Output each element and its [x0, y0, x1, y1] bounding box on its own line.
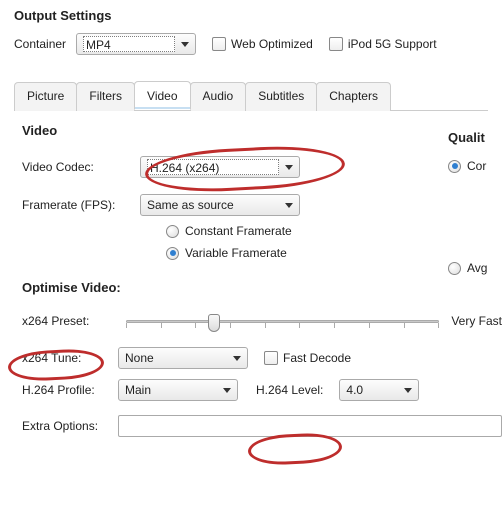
quality-constant-radio[interactable]: Cor — [448, 159, 486, 173]
checkbox-icon — [212, 37, 226, 51]
container-value: MP4 — [83, 36, 175, 52]
framerate-select[interactable]: Same as source — [140, 194, 300, 216]
h264-level-label: H.264 Level: — [256, 383, 323, 397]
tab-chapters[interactable]: Chapters — [316, 82, 391, 111]
fast-decode-checkbox[interactable]: Fast Decode — [264, 351, 351, 365]
quality-constant-label: Cor — [467, 159, 486, 173]
tab-audio[interactable]: Audio — [190, 82, 247, 111]
h264-profile-select[interactable]: Main — [118, 379, 238, 401]
container-select[interactable]: MP4 — [76, 33, 196, 55]
radio-icon — [166, 225, 179, 238]
chevron-down-icon — [223, 388, 231, 393]
radio-icon — [166, 247, 179, 260]
tab-video[interactable]: Video — [134, 81, 190, 110]
quality-avg-label: Avg — [467, 261, 487, 275]
video-heading: Video — [22, 123, 502, 138]
checkbox-icon — [329, 37, 343, 51]
chevron-down-icon — [181, 42, 189, 47]
tab-subtitles[interactable]: Subtitles — [245, 82, 317, 111]
h264-profile-label: H.264 Profile: — [22, 383, 108, 397]
video-codec-label: Video Codec: — [22, 160, 130, 174]
x264-preset-slider[interactable] — [126, 309, 439, 333]
chevron-down-icon — [285, 165, 293, 170]
chevron-down-icon — [233, 356, 241, 361]
constant-framerate-label: Constant Framerate — [185, 224, 292, 238]
container-label: Container — [14, 37, 66, 51]
framerate-value: Same as source — [147, 198, 279, 212]
constant-framerate-radio[interactable]: Constant Framerate — [166, 224, 292, 238]
ipod-5g-label: iPod 5G Support — [348, 37, 437, 51]
fast-decode-label: Fast Decode — [283, 351, 351, 365]
tab-filters[interactable]: Filters — [76, 82, 135, 111]
checkbox-icon — [264, 351, 278, 365]
tab-picture[interactable]: Picture — [14, 82, 77, 111]
framerate-label: Framerate (FPS): — [22, 198, 130, 212]
web-optimized-checkbox[interactable]: Web Optimized — [212, 37, 313, 51]
variable-framerate-label: Variable Framerate — [185, 246, 287, 260]
x264-tune-label: x264 Tune: — [22, 351, 108, 365]
radio-icon — [448, 160, 461, 173]
chevron-down-icon — [285, 203, 293, 208]
quality-heading: Qualit — [448, 130, 502, 145]
x264-preset-value: Very Fast — [451, 314, 502, 328]
video-codec-select[interactable]: H.264 (x264) — [140, 156, 300, 178]
h264-level-value: 4.0 — [346, 383, 398, 397]
optimise-heading: Optimise Video: — [22, 280, 502, 295]
x264-tune-select[interactable]: None — [118, 347, 248, 369]
chevron-down-icon — [404, 388, 412, 393]
quality-avg-radio[interactable]: Avg — [448, 261, 487, 275]
h264-profile-value: Main — [125, 383, 217, 397]
radio-icon — [448, 262, 461, 275]
x264-preset-label: x264 Preset: — [22, 314, 108, 328]
h264-level-select[interactable]: 4.0 — [339, 379, 419, 401]
variable-framerate-radio[interactable]: Variable Framerate — [166, 246, 287, 260]
output-settings-heading: Output Settings — [14, 8, 488, 23]
web-optimized-label: Web Optimized — [231, 37, 313, 51]
tabs: Picture Filters Video Audio Subtitles Ch… — [14, 81, 488, 111]
extra-options-input[interactable] — [118, 415, 502, 437]
x264-tune-value: None — [125, 351, 227, 365]
video-codec-value: H.264 (x264) — [147, 159, 279, 175]
extra-options-label: Extra Options: — [22, 419, 108, 433]
ipod-5g-checkbox[interactable]: iPod 5G Support — [329, 37, 437, 51]
